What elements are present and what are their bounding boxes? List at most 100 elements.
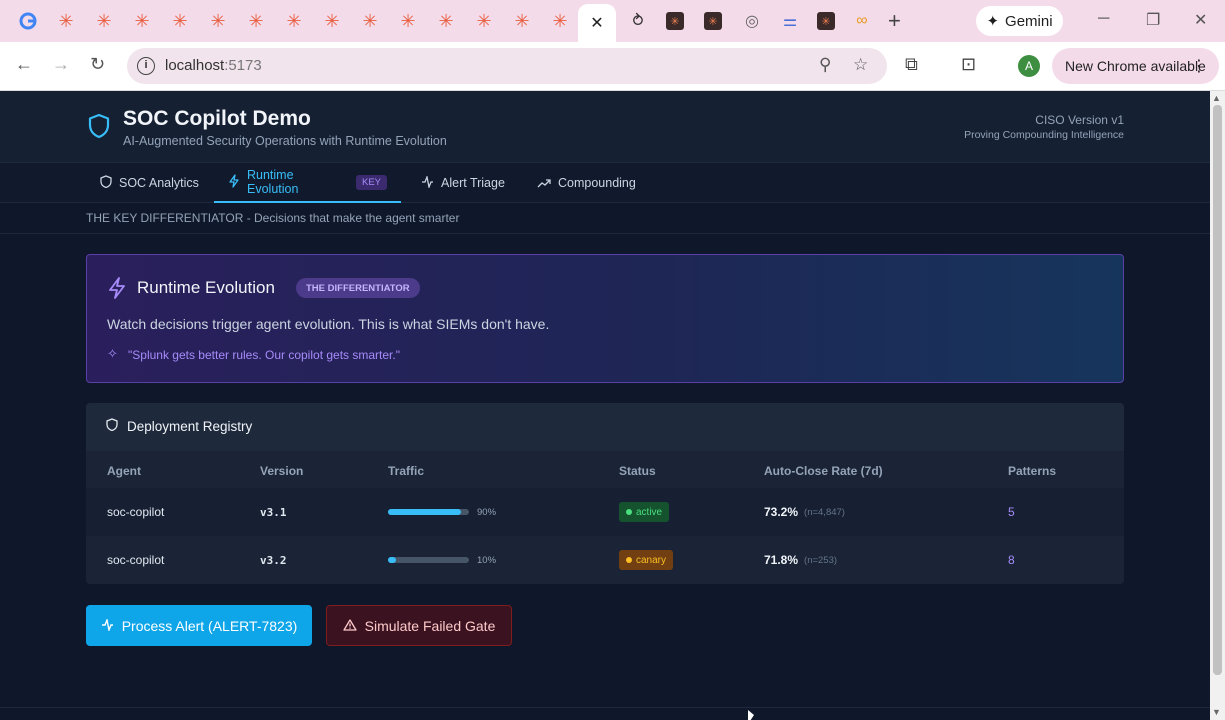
active-tab-close-icon[interactable]: ✕ bbox=[578, 4, 616, 42]
lightning-icon bbox=[107, 277, 127, 305]
scroll-down-icon[interactable]: ▼ bbox=[1212, 707, 1221, 717]
version-label: CISO Version v1 bbox=[1035, 113, 1124, 127]
process-alert-button[interactable]: Process Alert (ALERT-7823) bbox=[86, 605, 312, 646]
back-icon[interactable]: ← bbox=[15, 54, 33, 75]
tab-compounding[interactable]: Compounding bbox=[537, 163, 636, 203]
close-window-icon[interactable]: ✕ bbox=[1194, 10, 1207, 30]
traffic-cell: 10% bbox=[388, 536, 496, 584]
app-root: SOC Copilot Demo AI-Augmented Security O… bbox=[0, 91, 1210, 720]
site-info-icon[interactable]: i bbox=[137, 57, 155, 75]
hero-panel: Runtime Evolution THE DIFFERENTIATOR Wat… bbox=[86, 254, 1124, 383]
agent-cell: soc-copilot bbox=[107, 505, 165, 519]
version-cell: v3.1 bbox=[260, 505, 287, 519]
hero-description: Watch decisions trigger agent evolution.… bbox=[107, 316, 550, 332]
tab-favicon-sliders[interactable]: ⚌ bbox=[778, 9, 802, 33]
tab-favicon-burst[interactable]: ✳ bbox=[396, 9, 420, 33]
key-badge: KEY bbox=[355, 174, 387, 190]
tab-alert-triage[interactable]: Alert Triage bbox=[421, 163, 505, 203]
reload-icon[interactable]: ↻ bbox=[90, 54, 105, 75]
tab-favicon-spiral[interactable]: ◎ bbox=[740, 9, 764, 33]
version-subtitle: Proving Compounding Intelligence bbox=[964, 129, 1124, 141]
update-chrome-button[interactable]: New Chrome available ⋮ bbox=[1052, 48, 1219, 84]
simulate-failed-gate-button[interactable]: Simulate Failed Gate bbox=[326, 605, 512, 646]
url-text: localhost:5173 bbox=[165, 57, 262, 74]
extensions-icon[interactable]: ⧉ bbox=[905, 54, 918, 75]
address-bar[interactable]: i localhost:5173 ⚲ ☆ bbox=[127, 48, 887, 84]
app-header: SOC Copilot Demo AI-Augmented Security O… bbox=[0, 91, 1210, 163]
more-menu-icon[interactable]: ⋮ bbox=[1191, 56, 1207, 76]
gemini-button[interactable]: ✦ Gemini bbox=[976, 6, 1063, 36]
tab-favicon-burst[interactable]: ✳ bbox=[130, 9, 154, 33]
scrollbar-thumb[interactable] bbox=[1213, 105, 1222, 675]
forward-icon[interactable]: → bbox=[52, 54, 70, 75]
google-tab-icon[interactable] bbox=[16, 9, 40, 33]
registry-title: Deployment Registry bbox=[127, 419, 253, 434]
lightning-icon bbox=[228, 173, 240, 191]
app-title: SOC Copilot Demo bbox=[123, 107, 311, 130]
sparkles-icon: ✧ bbox=[107, 346, 118, 361]
table-row: soc-copilot v3.1 90% active 73.2% (n=4,8… bbox=[86, 488, 1124, 536]
bookmark-star-icon[interactable]: ☆ bbox=[853, 55, 868, 75]
tab-soc-analytics[interactable]: SOC Analytics bbox=[100, 163, 199, 203]
deployment-registry: Deployment Registry Agent Version Traffi… bbox=[86, 403, 1124, 584]
tab-favicon-burst[interactable]: ✳ bbox=[92, 9, 116, 33]
scroll-up-icon[interactable]: ▲ bbox=[1212, 93, 1221, 103]
sample-size: (n=4,847) bbox=[804, 506, 845, 518]
column-header: Agent bbox=[107, 464, 141, 478]
tab-favicon-app[interactable]: ✳ bbox=[666, 12, 684, 30]
tab-favicon-infinity[interactable]: ∞ bbox=[850, 9, 874, 33]
tab-label: Alert Triage bbox=[441, 176, 505, 190]
page-scrollbar[interactable]: ▲ ▼ bbox=[1210, 91, 1225, 720]
tab-label: Runtime Evolution bbox=[247, 168, 299, 196]
traffic-fill bbox=[388, 509, 461, 515]
rate-cell: 73.2% (n=4,847) bbox=[764, 488, 845, 536]
update-label: New Chrome available bbox=[1065, 58, 1206, 74]
activity-icon bbox=[101, 617, 114, 634]
tab-favicon-burst[interactable]: ✳ bbox=[244, 9, 268, 33]
tab-favicon-app[interactable]: ✳ bbox=[817, 12, 835, 30]
patterns-link[interactable]: 5 bbox=[1008, 488, 1015, 536]
status-dot-icon bbox=[626, 557, 632, 563]
mouse-cursor bbox=[748, 710, 754, 720]
button-label: Process Alert (ALERT-7823) bbox=[121, 617, 298, 634]
tab-favicon-burst[interactable]: ✳ bbox=[206, 9, 230, 33]
tab-favicon-burst[interactable]: ✳ bbox=[472, 9, 496, 33]
traffic-fill bbox=[388, 557, 397, 563]
tab-favicon-app[interactable]: ✳ bbox=[704, 12, 722, 30]
tab-favicon-burst[interactable]: ✳ bbox=[168, 9, 192, 33]
sparkle-icon: ✦ bbox=[986, 13, 1000, 30]
profile-avatar[interactable]: A bbox=[1018, 55, 1040, 77]
minimize-icon[interactable]: ─ bbox=[1098, 10, 1109, 28]
status-text: active bbox=[636, 506, 663, 518]
button-label: Simulate Failed Gate bbox=[364, 617, 496, 634]
activity-icon bbox=[421, 174, 434, 191]
browser-toolbar: ← → ↻ i localhost:5173 ⚲ ☆ ⧉ ⊡ A New Chr… bbox=[0, 42, 1225, 91]
tab-favicon-burst[interactable]: ✳ bbox=[548, 9, 572, 33]
tab-favicon-link[interactable]: ⥁ bbox=[626, 9, 650, 33]
agent-cell: soc-copilot bbox=[107, 553, 165, 567]
tab-search-icon[interactable]: ⊡ bbox=[961, 54, 976, 75]
status-badge: active bbox=[619, 502, 670, 522]
table-row: soc-copilot v3.2 10% canary 71.8% (n=253… bbox=[86, 536, 1124, 584]
tab-favicon-burst[interactable]: ✳ bbox=[510, 9, 534, 33]
traffic-percent: 90% bbox=[477, 506, 497, 518]
differentiator-badge: THE DIFFERENTIATOR bbox=[296, 278, 420, 298]
trending-up-icon bbox=[537, 176, 551, 191]
tab-label: Compounding bbox=[558, 176, 636, 190]
traffic-bar bbox=[388, 509, 469, 515]
tab-favicon-burst[interactable]: ✳ bbox=[320, 9, 344, 33]
tab-favicon-burst[interactable]: ✳ bbox=[282, 9, 306, 33]
tab-favicon-burst[interactable]: ✳ bbox=[358, 9, 382, 33]
shield-logo-icon bbox=[88, 113, 110, 144]
zoom-icon[interactable]: ⚲ bbox=[819, 55, 831, 75]
version-cell: v3.2 bbox=[260, 553, 287, 567]
patterns-link[interactable]: 8 bbox=[1008, 536, 1015, 584]
tab-favicon-burst[interactable]: ✳ bbox=[54, 9, 78, 33]
restore-icon[interactable]: ❐ bbox=[1146, 10, 1160, 30]
tab-runtime-evolution[interactable]: Runtime Evolution KEY bbox=[214, 163, 401, 203]
tab-favicon-burst[interactable]: ✳ bbox=[434, 9, 458, 33]
rate-value: 73.2% bbox=[764, 505, 799, 519]
status-badge: canary bbox=[619, 550, 674, 570]
new-tab-button[interactable]: + bbox=[888, 8, 901, 34]
browser-tabstrip: ✳ ✳ ✳ ✳ ✳ ✳ ✳ ✳ ✳ ✳ ✳ ✳ ✳ ✳ ✕ ⥁ ✳ ✳ ◎ ⚌ … bbox=[0, 0, 1225, 42]
